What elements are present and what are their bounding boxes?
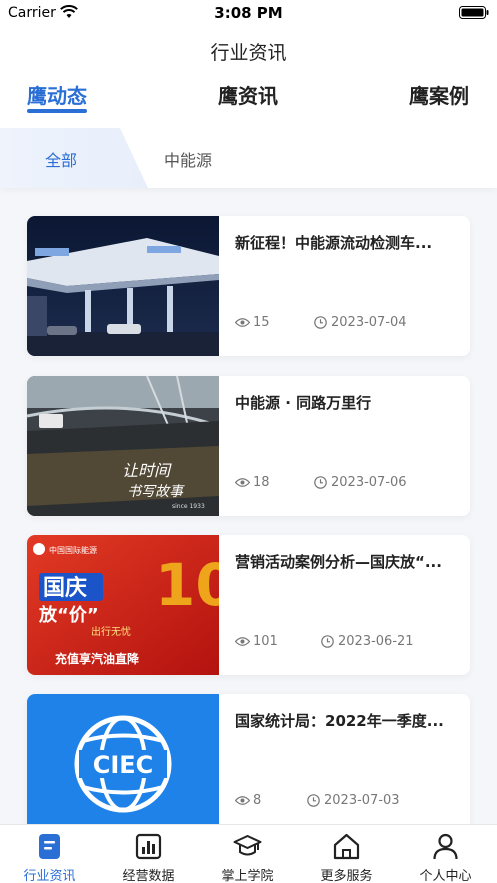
promo-brand: 中国国际能源: [49, 545, 97, 555]
publish-date: 2023-06-21: [338, 634, 414, 649]
active-tab-indicator: [27, 109, 87, 113]
article-thumbnail: 中国国际能源 10 国庆 放“价” 出行无忧 充值享汽油直降: [27, 535, 219, 675]
article-title: 国家统计局：2022年一季度...: [235, 712, 444, 730]
tabbar-item-news[interactable]: 行业资讯: [0, 825, 99, 883]
tab-eagle-cases[interactable]: 鹰案例: [409, 80, 469, 109]
article-title: 新征程！中能源流动检测车...: [235, 234, 433, 252]
tabbar-item-business-data[interactable]: 经营数据: [99, 825, 198, 883]
svg-text:10: 10: [155, 551, 219, 619]
article-thumbnail: [27, 216, 219, 356]
nav-header: 行业资讯: [0, 26, 497, 64]
publish-date: 2023-07-04: [331, 315, 407, 330]
view-count: 101: [253, 634, 278, 649]
sub-tab-zhongnengyuan[interactable]: 中能源: [164, 147, 212, 171]
tabbar-label: 掌上学院: [221, 869, 274, 883]
thumbnail-calligraphy: 让时间: [122, 461, 172, 480]
article-thumbnail: 让时间 书写故事 since 1933: [27, 376, 219, 516]
promo-banner: 充值享汽油直降: [55, 651, 140, 666]
eye-icon: [235, 796, 250, 805]
eye-icon: [235, 478, 250, 487]
clock-icon: [314, 316, 327, 329]
sub-tab-all[interactable]: 全部: [45, 147, 77, 171]
clock-icon: [314, 476, 327, 489]
sub-tabs: 全部 中能源: [0, 128, 497, 188]
user-icon: [433, 833, 458, 860]
promo-sub: 放“价”: [38, 604, 99, 626]
tab-eagle-info[interactable]: 鹰资讯: [218, 80, 278, 109]
publish-date: 2023-07-03: [324, 793, 400, 808]
article-card[interactable]: 中国国际能源 10 国庆 放“价” 出行无忧 充值享汽油直降 营销活动案例分析—…: [27, 535, 470, 675]
bottom-tab-bar: 行业资讯 经营数据 掌上学院 更多服务 个人中心: [0, 824, 497, 883]
article-card[interactable]: 新征程！中能源流动检测车... 15 2023-07-04: [27, 216, 470, 356]
tabbar-label: 行业资讯: [23, 869, 76, 883]
graduation-cap-icon: [233, 835, 262, 856]
svg-text:书写故事: 书写故事: [127, 484, 185, 500]
home-icon: [333, 833, 360, 860]
eye-icon: [235, 318, 250, 327]
article-card[interactable]: CIEC 国家统计局：2022年一季度... 8 2023-07-03: [27, 694, 470, 834]
article-card[interactable]: 让时间 书写故事 since 1933 中能源 · 同路万里行 18 2023-…: [27, 376, 470, 516]
view-count: 15: [253, 315, 270, 330]
tabbar-item-academy[interactable]: 掌上学院: [198, 825, 297, 883]
clock-icon: [307, 794, 320, 807]
eye-icon: [235, 637, 250, 646]
page-title: 行业资讯: [210, 42, 287, 64]
article-title: 中能源 · 同路万里行: [235, 394, 372, 412]
promo-headline: 国庆: [43, 575, 87, 601]
publish-date: 2023-07-06: [331, 475, 407, 490]
tabbar-label: 经营数据: [122, 869, 175, 883]
clock-icon: [321, 635, 334, 648]
tabbar-item-profile[interactable]: 个人中心: [396, 825, 495, 883]
article-thumbnail: CIEC: [27, 694, 219, 834]
tab-eagle-news[interactable]: 鹰动态: [27, 80, 87, 109]
tabbar-label: 个人中心: [419, 869, 472, 883]
status-time: 3:08 PM: [214, 4, 283, 22]
svg-text:since 1933: since 1933: [172, 503, 205, 510]
view-count: 8: [253, 793, 262, 808]
ciec-logo-text: CIEC: [93, 751, 154, 779]
promo-slogan: 出行无忧: [91, 625, 131, 638]
status-bar: Carrier 3:08 PM: [0, 0, 497, 26]
view-count: 18: [253, 475, 270, 490]
tabbar-label: 更多服务: [320, 869, 373, 883]
main-tabs: 鹰动态 鹰资讯 鹰案例: [0, 64, 497, 128]
battery-icon: [459, 6, 489, 19]
news-icon: [39, 834, 60, 859]
tabbar-item-more-services[interactable]: 更多服务: [297, 825, 396, 883]
bar-chart-icon: [135, 833, 162, 860]
article-title: 营销活动案例分析—国庆放“...: [235, 553, 442, 571]
